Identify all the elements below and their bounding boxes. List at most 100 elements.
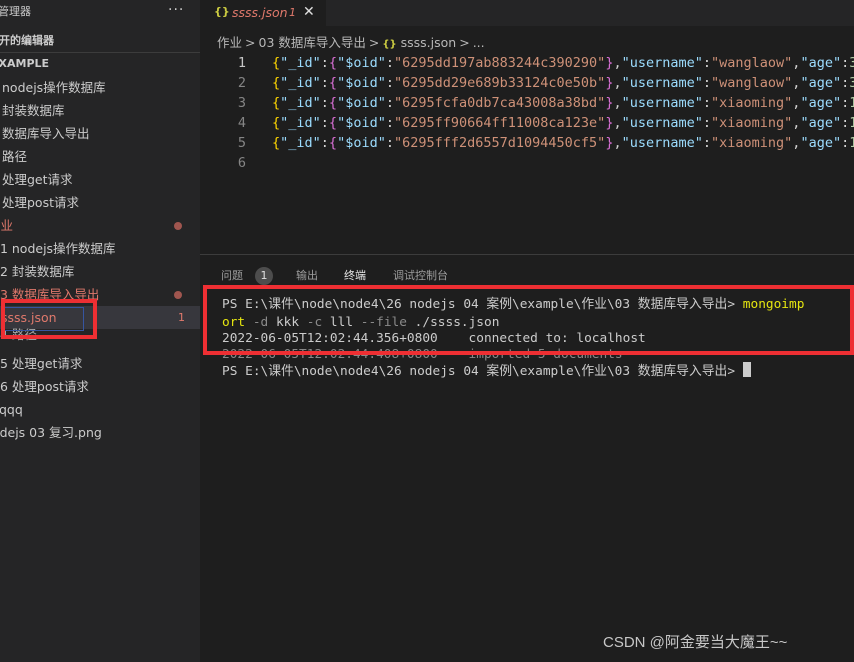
terminal-cursor [742,362,751,377]
json-key: "$oid" [337,55,386,71]
folder-zuoye[interactable]: 作业 [0,214,200,237]
tab-ssss-json[interactable]: {} ssss.json 1 ✕ [200,0,326,26]
json-number: 30 [849,75,854,91]
colon: : [702,135,712,151]
json-string: "xiaoming" [711,135,793,151]
json-braces-icon: {} [382,39,397,50]
tab-label: ssss.json [232,5,288,20]
open-brace: { [328,95,338,111]
colon: : [841,55,850,71]
json-key: "age" [800,55,842,71]
tab-debug-console[interactable]: 调试控制台 [393,268,448,284]
colon: : [841,75,850,91]
line-number: 1 [237,55,246,71]
tree-item[interactable]: 封装数据库 [0,99,200,122]
tree-item-label: 路径 [2,149,28,164]
tab-problems[interactable]: 问题 [221,268,243,284]
open-brace: { [328,135,338,151]
open-brace: { [272,55,281,71]
comma: , [613,135,622,151]
colon: : [385,115,394,131]
tab-terminal[interactable]: 终端 [344,268,366,284]
open-brace: { [272,75,281,91]
colon: : [385,95,394,111]
tab-output[interactable]: 输出 [296,268,318,284]
code-line[interactable]: {"_id":{"$oid":"6295dd29e689b33124c0e50b… [272,73,854,93]
colon: : [702,55,712,71]
tree-item-label: 02 封装数据库 [0,264,75,279]
colon: : [320,135,329,151]
tree-item[interactable]: nodejs 03 复习.png [0,421,200,444]
json-string: "6295fcfa0db7ca43008a38bd" [393,95,606,111]
tree-item-label: nodejs 03 复习.png [0,425,102,440]
terminal-prompt: PS E:\课件\node\node4\26 nodejs 04 案例\exam… [222,364,736,379]
colon: : [320,115,329,131]
line-number: 2 [237,75,246,91]
chevron-right-icon: > [245,35,256,50]
open-brace: { [272,135,281,151]
comma: , [613,95,622,111]
open-brace: { [272,115,281,131]
line-number: 6 [237,155,246,171]
editor-tabbar: {} ssss.json 1 ✕ [200,0,854,26]
code-line[interactable]: {"_id":{"$oid":"6295dd197ab883244c390290… [272,53,854,73]
colon: : [841,135,850,151]
code-line[interactable]: {"_id":{"$oid":"6295fcfa0db7ca43008a38bd… [272,93,854,113]
problem-count-badge: 1 [178,311,185,324]
code-line[interactable]: {"_id":{"$oid":"6295ff90664ff11008ca123e… [272,113,854,133]
open-brace: { [272,95,281,111]
breadcrumb-item[interactable]: ssss.json [401,35,457,50]
breadcrumb: 作业 >03 数据库导入导出 >{} ssss.json >... [217,32,485,51]
watermark: CSDN @阿金要当大魔王~~ [603,634,788,651]
tree-item[interactable]: 数据库导入导出 [0,122,200,145]
json-number: 12 [849,135,854,151]
breadcrumb-item[interactable]: 作业 [217,35,242,50]
json-key: "age" [800,95,842,111]
tree-item[interactable]: 05 处理get请求 [0,352,200,375]
chevron-right-icon: > [459,35,470,50]
colon: : [320,95,329,111]
breadcrumb-item[interactable]: 03 数据库导入导出 [259,35,366,50]
open-brace: { [328,115,338,131]
open-brace: { [328,55,338,71]
tree-item[interactable]: 06 处理post请求 [0,375,200,398]
json-number: 30 [849,55,854,71]
json-string: "6295dd197ab883244c390290" [393,55,606,71]
json-number: 12 [849,115,854,131]
tree-item[interactable]: 路径 [0,145,200,168]
open-editors-section[interactable]: 打开的编辑器 [0,30,188,52]
tree-item[interactable]: 01 nodejs操作数据库 [0,237,200,260]
tree-item-label: 作业 [0,218,14,233]
chevron-right-icon: > [368,35,380,50]
explorer-header: 资源管理器 ··· [0,0,200,24]
comma: , [613,115,622,131]
tree-item[interactable]: qqq [0,398,200,421]
json-key: "_id" [280,55,321,71]
breadcrumb-item[interactable]: ... [473,35,485,50]
line-number: 5 [237,135,246,151]
json-key: "age" [800,135,842,151]
close-icon[interactable]: ✕ [303,0,315,24]
code-line[interactable]: {"_id":{"$oid":"6295fff2d6557d1094450cf5… [272,133,854,153]
tree-item[interactable]: 处理post请求 [0,191,200,214]
highlight-box-terminal [203,285,854,355]
problems-count-badge: 1 [255,267,273,285]
json-string: "wanglaow" [711,75,793,91]
workspace-section[interactable]: EXAMPLE [0,53,191,75]
json-key: "_id" [280,75,321,91]
json-braces-icon: {} [214,5,230,18]
tree-item-label: 数据库导入导出 [2,126,90,141]
colon: : [385,135,394,151]
code-editor[interactable]: 1 {"_id":{"$oid":"6295dd197ab883244c39029… [200,52,854,252]
open-brace: { [328,75,338,91]
panel-divider [200,254,854,255]
colon: : [320,55,329,71]
ellipsis-icon[interactable]: ··· [168,0,184,22]
explorer-title: 资源管理器 [0,5,31,18]
colon: : [702,115,712,131]
tree-item[interactable]: 处理get请求 [0,168,200,191]
tree-item-label: nodejs操作数据库 [2,80,106,95]
tree-item[interactable]: 02 封装数据库 [0,260,200,283]
tree-item[interactable]: nodejs操作数据库 [0,76,200,99]
terminal-line[interactable]: PS E:\课件\node\node4\26 nodejs 04 案例\exam… [222,362,751,380]
